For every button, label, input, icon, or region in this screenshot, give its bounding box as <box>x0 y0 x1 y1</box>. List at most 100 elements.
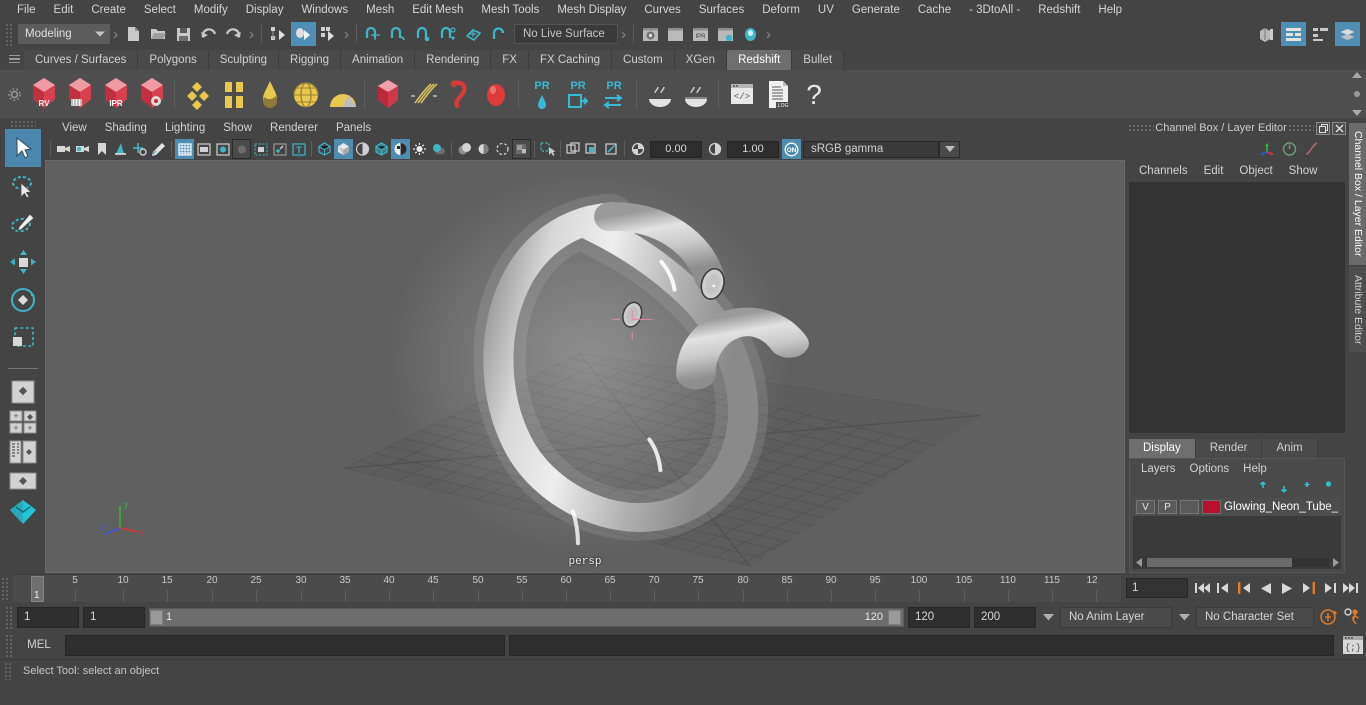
perspective-viewport[interactable]: y x z persp <box>45 160 1125 573</box>
shelf-tab-rigging[interactable]: Rigging <box>279 50 342 70</box>
film-origin-icon[interactable] <box>251 139 270 159</box>
playback-end-time-field[interactable]: 120 <box>908 606 970 628</box>
anim-layer-selector[interactable]: No Anim Layer <box>1060 606 1172 628</box>
redshift-bake-set-b-icon[interactable] <box>678 74 713 114</box>
scroll-handle-icon[interactable] <box>1354 91 1360 97</box>
separator-bracket-3[interactable]: › <box>341 23 352 45</box>
menu-3dtoall[interactable]: - 3DtoAll - <box>960 2 1029 18</box>
channel-box-content[interactable] <box>1129 182 1346 433</box>
menu-modify[interactable]: Modify <box>185 2 237 18</box>
resolution-gate-icon[interactable] <box>213 139 232 159</box>
isolate-select-icon[interactable] <box>538 139 557 159</box>
separator-bracket[interactable]: › <box>110 23 121 45</box>
layout-four-view[interactable]: + + + <box>5 407 41 437</box>
menu-file[interactable]: File <box>8 2 45 18</box>
shelf-tab-rendering[interactable]: Rendering <box>415 50 492 70</box>
open-scene-icon[interactable] <box>146 22 171 46</box>
menu-edit[interactable]: Edit <box>45 2 83 18</box>
anim-layer-caret-icon[interactable] <box>1040 607 1056 628</box>
redshift-log-icon[interactable]: .LOG <box>760 74 795 114</box>
multisample-aa-icon[interactable] <box>493 139 512 159</box>
exposure-icon[interactable] <box>628 139 647 159</box>
redshift-light-drop-icon[interactable] <box>252 74 287 114</box>
make-live-icon[interactable] <box>486 22 511 46</box>
menu-display[interactable]: Display <box>237 2 293 18</box>
menu-windows[interactable]: Windows <box>292 2 357 18</box>
move-layer-up-icon[interactable] <box>1254 481 1269 493</box>
scroll-left-icon[interactable] <box>1133 556 1145 569</box>
shelf-options-icon[interactable] <box>2 70 26 118</box>
shelf-tab-curves-surfaces[interactable]: Curves / Surfaces <box>24 50 139 70</box>
menu-redshift[interactable]: Redshift <box>1029 2 1089 18</box>
camera-attributes-icon[interactable] <box>73 139 92 159</box>
go-to-start-icon[interactable] <box>1193 577 1213 599</box>
scroll-up-icon[interactable] <box>1352 72 1362 78</box>
move-layer-down-icon[interactable] <box>1275 481 1290 493</box>
use-all-lights-icon[interactable] <box>410 139 429 159</box>
menu-uv[interactable]: UV <box>809 2 843 18</box>
scroll-right-icon[interactable] <box>1329 556 1341 569</box>
new-layer-icon[interactable] <box>1296 481 1311 493</box>
redshift-ipr-render-icon[interactable]: IPR <box>98 74 133 114</box>
scroll-thumb[interactable] <box>1147 558 1292 567</box>
redshift-proxy-icon[interactable] <box>370 74 405 114</box>
show-hide-channel-box-icon[interactable] <box>1335 22 1360 46</box>
shelf-scroll-controls[interactable] <box>1350 72 1364 116</box>
character-set-selector[interactable]: No Character Set <box>1196 606 1314 628</box>
channel-box-menu-channels[interactable]: Channels <box>1131 164 1196 178</box>
restore-panel-icon[interactable] <box>1316 121 1331 135</box>
shelf-tab-polygons[interactable]: Polygons <box>138 50 209 70</box>
snap-to-projected-center-icon[interactable] <box>436 22 461 46</box>
undo-icon[interactable] <box>196 22 221 46</box>
vertical-tab-channel-box-layer-editor[interactable]: Channel Box / Layer Editor <box>1349 123 1366 265</box>
screen-space-ao-icon[interactable] <box>455 139 474 159</box>
layer-tab-anim[interactable]: Anim <box>1262 439 1318 458</box>
menu-curves[interactable]: Curves <box>635 2 689 18</box>
show-hide-modeling-toolkit-icon[interactable] <box>1254 22 1279 46</box>
time-slider[interactable]: 1 5 10 15 20 25 30 35 40 45 50 55 60 65 … <box>13 574 1121 602</box>
redshift-pr-point-light-icon[interactable]: PR <box>524 74 559 114</box>
menu-create[interactable]: Create <box>82 2 135 18</box>
script-editor-icon[interactable]: {;} <box>1340 634 1366 657</box>
redo-previous-render-icon[interactable] <box>663 22 688 46</box>
redshift-script-editor-icon[interactable]: </> <box>724 74 759 114</box>
command-output-field[interactable] <box>509 634 1334 656</box>
redshift-pr-area-light-icon[interactable]: PR <box>560 74 595 114</box>
hypershade-icon[interactable] <box>738 22 763 46</box>
time-slider-grip[interactable] <box>0 576 9 600</box>
character-set-caret-icon[interactable] <box>1176 607 1192 628</box>
viewport-menu-panels[interactable]: Panels <box>327 121 380 135</box>
image-plane-icon[interactable] <box>111 139 130 159</box>
redshift-dome-light-icon[interactable] <box>288 74 323 114</box>
hypershade-persp-layout[interactable] <box>5 497 41 527</box>
menu-help[interactable]: Help <box>1089 2 1131 18</box>
select-by-hierarchy-icon[interactable] <box>266 22 291 46</box>
menu-mesh-tools[interactable]: Mesh Tools <box>472 2 548 18</box>
color-profile-field[interactable]: sRGB gamma <box>803 140 939 158</box>
menu-mesh-display[interactable]: Mesh Display <box>548 2 635 18</box>
help-line-grip[interactable] <box>4 661 13 680</box>
range-end-handle[interactable] <box>888 609 901 625</box>
show-hide-attribute-editor-icon[interactable] <box>1281 22 1306 46</box>
grease-pencil-icon[interactable] <box>149 139 168 159</box>
live-surface-field[interactable]: No Live Surface <box>514 24 618 44</box>
motion-blur-icon[interactable] <box>474 139 493 159</box>
redshift-material-bars-icon[interactable] <box>216 74 251 114</box>
channel-box-menu-object[interactable]: Object <box>1231 164 1280 178</box>
menu-deform[interactable]: Deform <box>753 2 809 18</box>
channel-box-grip-2[interactable] <box>1288 124 1315 132</box>
play-backwards-icon[interactable] <box>1256 577 1276 599</box>
select-tool[interactable] <box>4 129 41 167</box>
menu-surfaces[interactable]: Surfaces <box>690 2 753 18</box>
bookmark-icon[interactable] <box>92 139 111 159</box>
snap-to-curve-icon[interactable] <box>386 22 411 46</box>
move-tool[interactable] <box>5 243 41 281</box>
command-line-grip[interactable] <box>4 633 13 657</box>
channel-box-grip[interactable] <box>1128 124 1154 132</box>
menu-select[interactable]: Select <box>135 2 185 18</box>
redshift-environment-icon[interactable] <box>324 74 359 114</box>
viewport-menu-lighting[interactable]: Lighting <box>156 121 214 135</box>
depth-of-field-icon[interactable] <box>512 139 531 159</box>
lasso-select-tool[interactable] <box>5 167 41 205</box>
move-axis-icon[interactable] <box>1260 142 1275 156</box>
